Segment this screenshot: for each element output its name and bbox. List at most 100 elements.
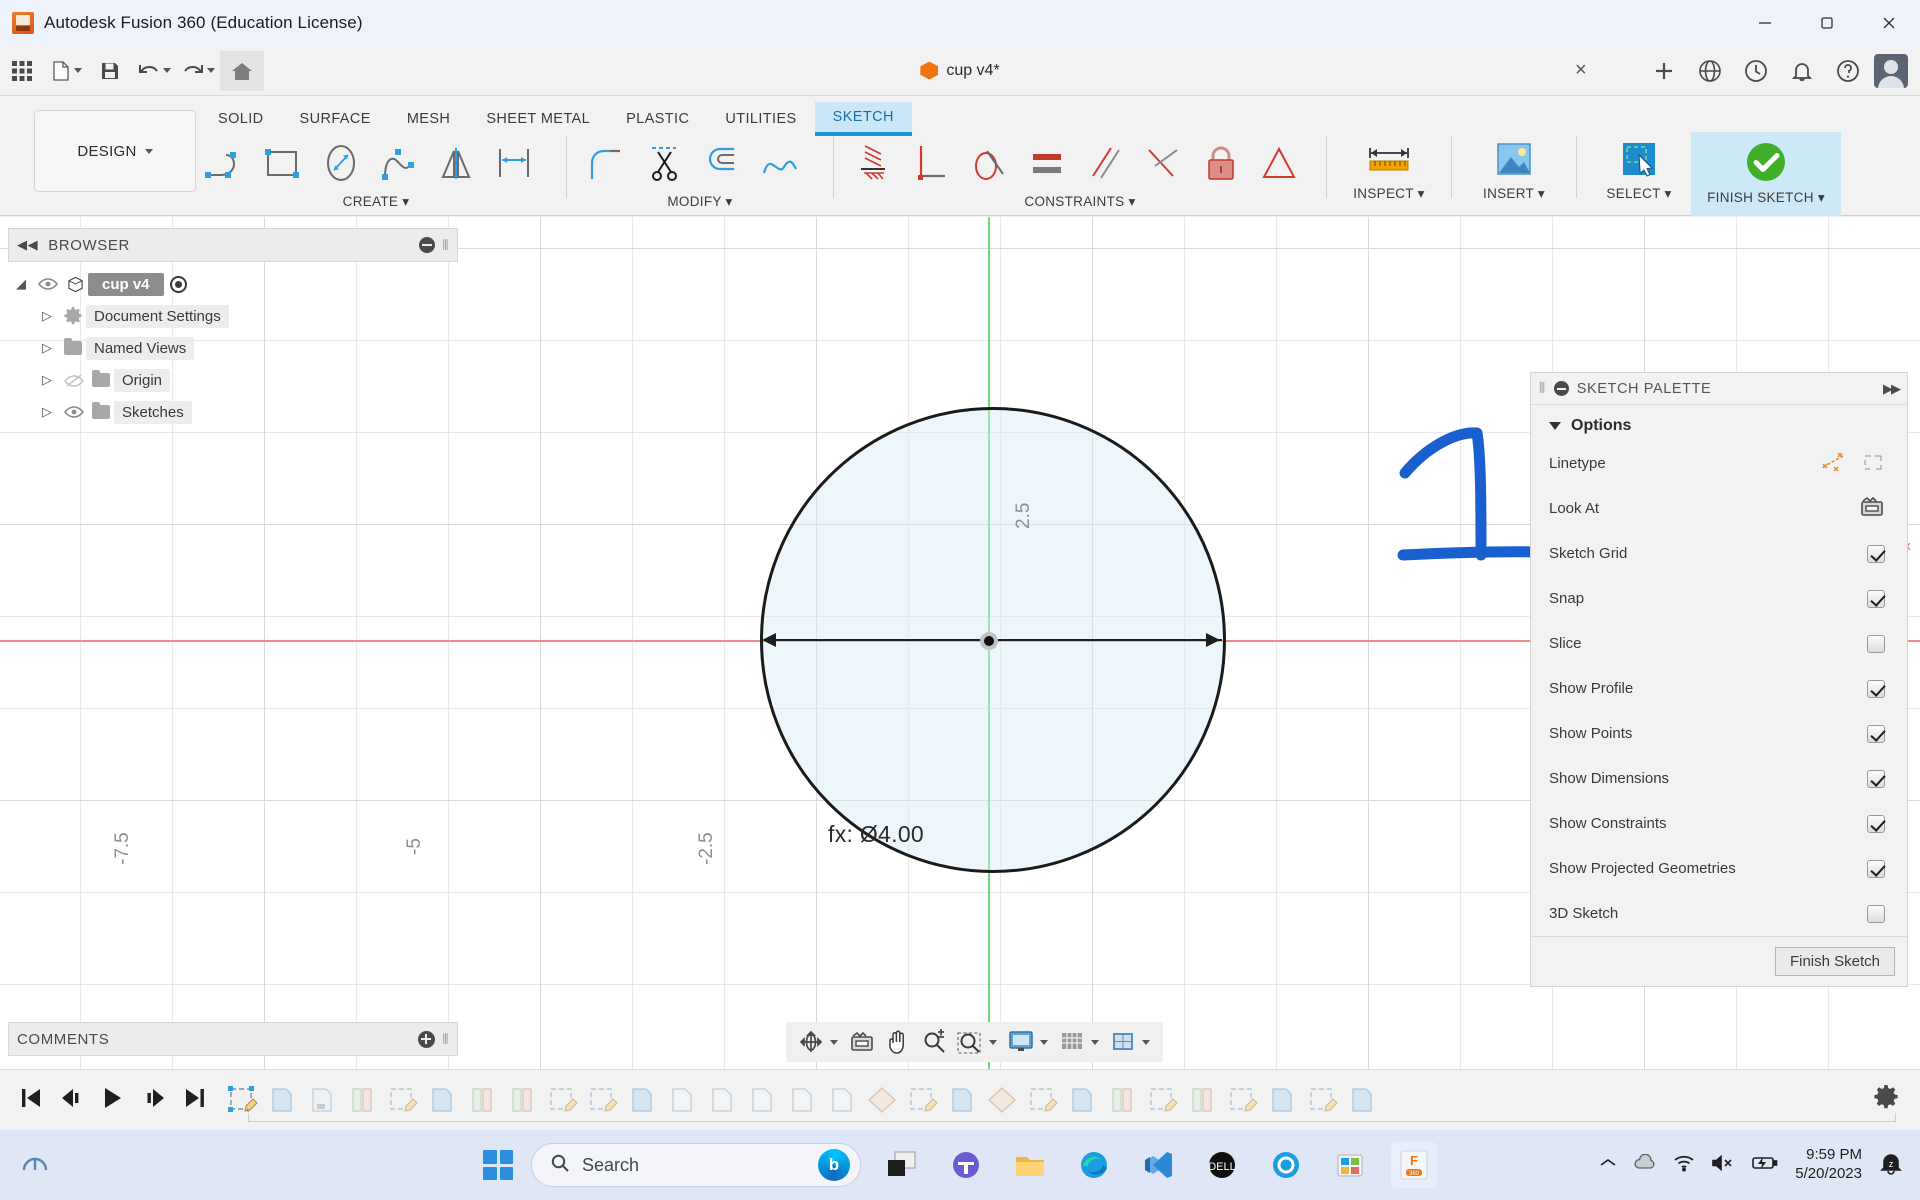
3d-sketch-checkbox[interactable] bbox=[1867, 905, 1885, 923]
curvature-constraint-icon[interactable] bbox=[1250, 132, 1308, 194]
sketch-grid-checkbox[interactable] bbox=[1867, 545, 1885, 563]
perpendicular-constraint-icon[interactable] bbox=[902, 132, 960, 194]
timeline-feature[interactable] bbox=[384, 1084, 420, 1116]
timeline-feature[interactable] bbox=[944, 1084, 980, 1116]
add-circle-icon[interactable] bbox=[418, 1031, 435, 1048]
timeline-feature[interactable] bbox=[344, 1084, 380, 1116]
viewports-icon[interactable] bbox=[1106, 1026, 1140, 1058]
close-button[interactable] bbox=[1858, 0, 1920, 46]
zoom-window-icon[interactable] bbox=[953, 1026, 987, 1058]
tab-solid[interactable]: SOLID bbox=[200, 102, 282, 136]
app-blue-icon[interactable] bbox=[1263, 1142, 1309, 1188]
fusion-tray-icon[interactable] bbox=[18, 1146, 52, 1185]
chevron-down-icon[interactable] bbox=[830, 1040, 838, 1045]
display-settings-icon[interactable] bbox=[1004, 1026, 1038, 1058]
ribbon-group-modify-label[interactable]: MODIFY ▾ bbox=[577, 194, 823, 210]
parallel-constraint-icon[interactable] bbox=[1076, 132, 1134, 194]
maximize-button[interactable] bbox=[1796, 0, 1858, 46]
chevron-down-icon[interactable] bbox=[989, 1040, 997, 1045]
slice-checkbox[interactable] bbox=[1867, 635, 1885, 653]
timeline-feature[interactable] bbox=[984, 1084, 1020, 1116]
offset-tool-icon[interactable] bbox=[693, 132, 751, 194]
show-profile-checkbox[interactable] bbox=[1867, 680, 1885, 698]
timeline-feature[interactable] bbox=[224, 1084, 260, 1116]
edge-icon[interactable] bbox=[1071, 1142, 1117, 1188]
timeline-feature[interactable] bbox=[1144, 1084, 1180, 1116]
trim-scissors-icon[interactable] bbox=[635, 132, 693, 194]
timeline-feature[interactable] bbox=[1024, 1084, 1060, 1116]
chevron-down-icon[interactable] bbox=[1040, 1040, 1048, 1045]
fix-lock-constraint-icon[interactable] bbox=[1192, 132, 1250, 194]
tree-item-sketches[interactable]: ▷ Sketches bbox=[8, 396, 458, 428]
minimize-circle-icon[interactable] bbox=[1554, 381, 1569, 396]
bell-icon[interactable] bbox=[1782, 51, 1822, 91]
tangent-constraint-icon[interactable] bbox=[960, 132, 1018, 194]
show-hidden-icons-chevron[interactable] bbox=[1599, 1156, 1617, 1175]
step-back-icon[interactable] bbox=[60, 1086, 84, 1115]
mirror-tool-icon[interactable] bbox=[428, 132, 486, 194]
timeline-feature[interactable] bbox=[504, 1084, 540, 1116]
tab-sheet-metal[interactable]: SHEET METAL bbox=[468, 102, 608, 136]
palette-row-show-projected-geometries[interactable]: Show Projected Geometries bbox=[1531, 846, 1907, 891]
add-tab-icon[interactable] bbox=[1644, 51, 1684, 91]
grid-apps-icon[interactable] bbox=[0, 51, 44, 91]
teams-icon[interactable] bbox=[943, 1142, 989, 1188]
palette-row-snap[interactable]: Snap bbox=[1531, 576, 1907, 621]
timeline-track[interactable] bbox=[224, 1072, 1920, 1128]
equal-constraint-icon[interactable] bbox=[1018, 132, 1076, 194]
history-clock-icon[interactable] bbox=[1736, 51, 1776, 91]
tab-sketch[interactable]: SKETCH bbox=[815, 102, 912, 136]
select-button[interactable]: SELECT ▾ bbox=[1587, 132, 1691, 202]
panel-grip-icon[interactable]: ⫴ bbox=[443, 237, 449, 254]
timeline-feature[interactable] bbox=[1064, 1084, 1100, 1116]
store-icon[interactable] bbox=[1327, 1142, 1373, 1188]
symmetry-constraint-icon[interactable] bbox=[1134, 132, 1192, 194]
rectangle-tool-icon[interactable] bbox=[254, 132, 312, 194]
timeline-feature[interactable] bbox=[1304, 1084, 1340, 1116]
bing-chat-icon[interactable]: b bbox=[818, 1149, 850, 1181]
chevron-down-icon[interactable] bbox=[163, 68, 171, 73]
expand-arrow-icon[interactable]: ▷ bbox=[34, 340, 60, 356]
expand-arrow-icon[interactable]: ◢ bbox=[8, 276, 34, 292]
diameter-dimension-label[interactable]: fx: Ø4.00 bbox=[828, 821, 924, 848]
chevron-down-icon[interactable] bbox=[1142, 1040, 1150, 1045]
expand-arrow-icon[interactable]: ▷ bbox=[34, 404, 60, 420]
double-chevron-left-icon[interactable]: ◀◀ bbox=[17, 237, 38, 253]
fusion360-icon[interactable]: F360 bbox=[1391, 1142, 1437, 1188]
timeline-feature[interactable] bbox=[864, 1084, 900, 1116]
tab-utilities[interactable]: UTILITIES bbox=[707, 102, 814, 136]
options-section-header[interactable]: Options bbox=[1531, 405, 1907, 441]
wifi-icon[interactable] bbox=[1673, 1154, 1695, 1177]
timeline-feature[interactable] bbox=[1264, 1084, 1300, 1116]
design-workspace-button[interactable]: DESIGN bbox=[34, 110, 196, 192]
tree-item-named-views[interactable]: ▷ Named Views bbox=[8, 332, 458, 364]
tab-plastic[interactable]: PLASTIC bbox=[608, 102, 707, 136]
timeline-feature[interactable] bbox=[904, 1084, 940, 1116]
show-projected-geometries-checkbox[interactable] bbox=[1867, 860, 1885, 878]
timeline-feature[interactable] bbox=[584, 1084, 620, 1116]
chevron-down-icon[interactable] bbox=[207, 68, 215, 73]
new-document-icon[interactable] bbox=[44, 51, 88, 91]
battery-charging-icon[interactable] bbox=[1751, 1154, 1779, 1177]
tab-mesh[interactable]: MESH bbox=[389, 102, 469, 136]
grid-snaps-icon[interactable] bbox=[1055, 1026, 1089, 1058]
construction-line-icon[interactable] bbox=[1821, 451, 1845, 477]
origin-point[interactable] bbox=[980, 632, 998, 650]
redo-icon[interactable] bbox=[176, 51, 220, 91]
finish-sketch-button[interactable]: FINISH SKETCH ▾ bbox=[1691, 132, 1841, 216]
inspect-button[interactable]: INSPECT ▾ bbox=[1337, 132, 1441, 202]
palette-row-linetype[interactable]: Linetype bbox=[1531, 441, 1907, 486]
coincident-constraint-icon[interactable] bbox=[844, 132, 902, 194]
minimize-circle-icon[interactable] bbox=[419, 237, 435, 253]
timeline-feature[interactable] bbox=[464, 1084, 500, 1116]
timeline-feature[interactable] bbox=[304, 1084, 340, 1116]
home-icon[interactable] bbox=[220, 51, 264, 91]
volume-muted-icon[interactable] bbox=[1711, 1154, 1735, 1177]
dell-icon[interactable]: DELL bbox=[1199, 1142, 1245, 1188]
look-at-camera-icon[interactable] bbox=[1859, 496, 1885, 522]
help-icon[interactable] bbox=[1828, 51, 1868, 91]
timeline-feature[interactable] bbox=[744, 1084, 780, 1116]
cloud-icon[interactable] bbox=[1633, 1154, 1657, 1177]
chevron-down-icon[interactable] bbox=[1091, 1040, 1099, 1045]
visibility-eye-icon[interactable] bbox=[60, 405, 88, 419]
